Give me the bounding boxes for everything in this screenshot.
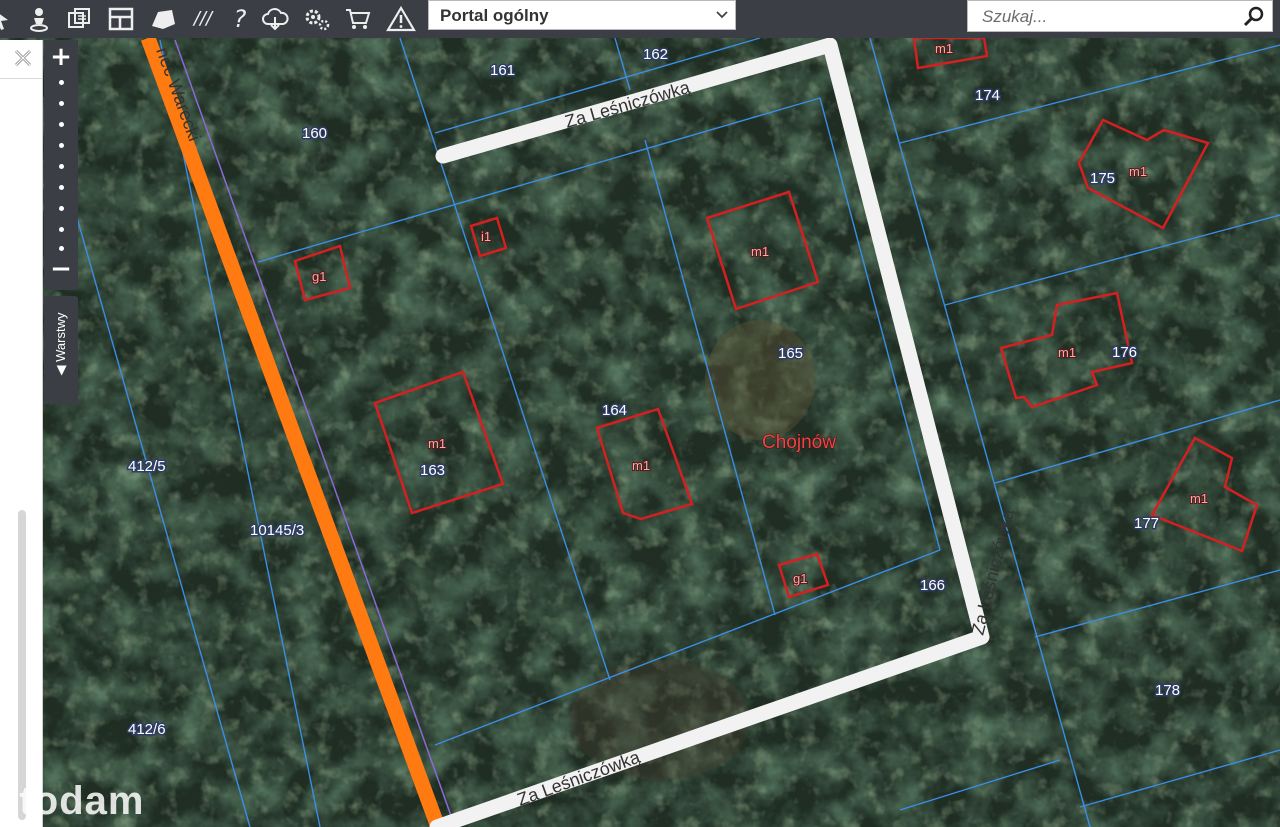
parcel-label: 166 xyxy=(920,577,945,594)
zoom-level-dot[interactable] xyxy=(59,143,64,148)
panel-scrollbar[interactable] xyxy=(18,510,26,820)
search-box xyxy=(967,0,1273,33)
help-icon[interactable]: ? xyxy=(225,4,255,34)
panel-divider xyxy=(0,78,42,79)
building-label: m1 xyxy=(1190,491,1208,506)
building-label: m1 xyxy=(751,244,769,259)
layers-copy-icon[interactable] xyxy=(64,4,94,34)
eraser-icon[interactable] xyxy=(148,4,178,34)
parcel-label: 174 xyxy=(975,87,1000,104)
portal-select-value: Portal ogólny xyxy=(440,6,549,25)
side-panel xyxy=(0,40,43,827)
cloud-download-icon[interactable] xyxy=(260,4,290,34)
zoom-level-dot[interactable] xyxy=(59,101,64,106)
zoom-level-dot[interactable] xyxy=(59,122,64,127)
person-pin-icon[interactable] xyxy=(24,4,54,34)
chevron-down-icon xyxy=(716,11,728,19)
close-icon[interactable] xyxy=(12,47,34,69)
portal-select[interactable]: Portal ogólny xyxy=(428,0,736,30)
slashes-icon[interactable]: /// xyxy=(188,4,218,34)
warning-icon[interactable] xyxy=(386,4,416,34)
parcel-label: 160 xyxy=(302,125,327,142)
zoom-out-button[interactable]: − xyxy=(44,254,78,284)
watermark: otodam xyxy=(0,779,145,823)
parcel-label: 412/5 xyxy=(128,458,166,475)
building-label: m1 xyxy=(428,436,446,451)
zoom-level-dot[interactable] xyxy=(59,246,64,251)
building-label: g1 xyxy=(312,269,326,284)
aerial-map[interactable]: 160 161 162 163 164 165 166 174 175 176 … xyxy=(0,38,1280,827)
building-label: m1 xyxy=(632,458,650,473)
zoom-level-dot[interactable] xyxy=(59,206,64,211)
layers-tab[interactable]: ◀ Warstwy xyxy=(44,296,78,404)
search-icon[interactable] xyxy=(1242,5,1266,29)
zoom-level-dot[interactable] xyxy=(59,185,64,190)
toolbar: /// ? Portal ogólny xyxy=(0,0,1280,38)
settings-icon[interactable] xyxy=(302,4,332,34)
search-input[interactable] xyxy=(968,1,1244,33)
parcel-label: 412/6 xyxy=(128,721,166,738)
parcel-label: 175 xyxy=(1090,170,1115,187)
layers-tab-label: ◀ Warstwy xyxy=(53,312,68,376)
zoom-level-dot[interactable] xyxy=(59,80,64,85)
cursor-icon[interactable] xyxy=(0,4,16,34)
parcel-label: 162 xyxy=(643,46,668,63)
building-label: m1 xyxy=(935,41,953,56)
building-label: i1 xyxy=(481,229,491,244)
zoom-level-dot[interactable] xyxy=(59,227,64,232)
zoom-level-dot[interactable] xyxy=(59,164,64,169)
place-label: Chojnów xyxy=(762,432,836,453)
parcel-label: 163 xyxy=(420,462,445,479)
parcel-label: 161 xyxy=(490,62,515,79)
zoom-in-button[interactable]: + xyxy=(44,42,78,72)
zoom-control: + − xyxy=(44,40,78,290)
building-label: m1 xyxy=(1058,345,1076,360)
parcel-label: 178 xyxy=(1155,682,1180,699)
building-label: g1 xyxy=(793,571,807,586)
parcel-label: 165 xyxy=(778,345,803,362)
cart-icon[interactable] xyxy=(343,4,373,34)
layout-icon[interactable] xyxy=(106,4,136,34)
parcel-label: 10145/3 xyxy=(250,522,304,539)
parcel-label: 164 xyxy=(602,402,627,419)
parcel-label: 176 xyxy=(1112,344,1137,361)
parcel-label: 177 xyxy=(1134,515,1159,532)
